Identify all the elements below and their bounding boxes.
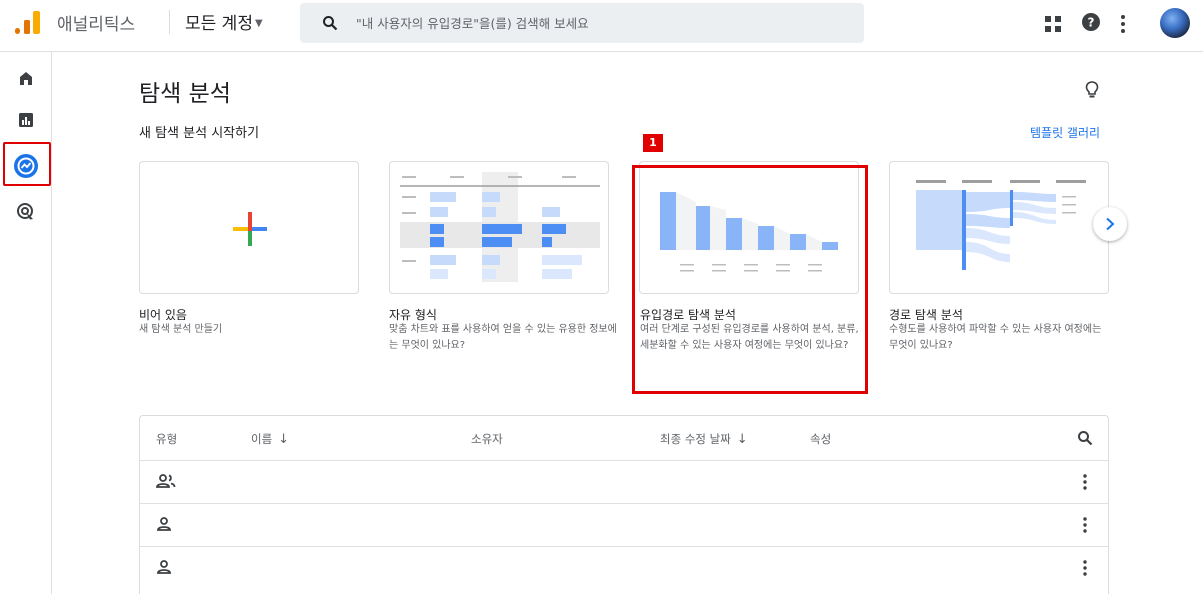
search-placeholder: "내 사용자의 유입경로"을(를) 검색해 보세요 — [356, 16, 589, 31]
free-form-thumbnail — [400, 172, 600, 282]
column-header-owner[interactable]: 소유자 — [471, 431, 503, 447]
reports-icon[interactable] — [16, 110, 36, 130]
new-exploration-heading: 새 탐색 분석 시작하기 — [139, 126, 260, 141]
page-title: 탐색 분석 — [139, 81, 231, 107]
table-row[interactable] — [140, 546, 1108, 589]
template-gallery-link[interactable]: 템플릿 갤러리 — [1030, 124, 1100, 141]
plus-icon — [233, 212, 267, 246]
card-title-blank: 비어 있음 — [139, 308, 187, 322]
header-divider — [169, 10, 170, 34]
home-icon[interactable] — [16, 68, 36, 88]
left-nav-rail — [0, 52, 52, 594]
column-owner-label: 소유자 — [471, 432, 503, 446]
table-row[interactable] — [140, 460, 1108, 503]
card-desc-path: 수형도를 사용하여 파악할 수 있는 사용자 여정에는 무엇이 있나요? — [889, 324, 1102, 351]
column-type-label: 유형 — [156, 432, 178, 446]
chevron-right-icon — [1106, 217, 1115, 231]
sort-arrow-down-icon: ↓ — [278, 431, 290, 447]
explorations-table: 유형 이름 ↓ 소유자 최종 수정 날짜 ↓ 속성 — [139, 415, 1109, 594]
column-header-type[interactable]: 유형 — [156, 431, 177, 447]
analytics-logo-icon[interactable] — [14, 10, 42, 36]
user-icon — [157, 560, 171, 574]
column-property-label: 속성 — [810, 432, 832, 446]
apps-grid-icon[interactable] — [1044, 15, 1062, 33]
account-selector[interactable]: 모든 계정 ▼ — [185, 9, 263, 34]
shared-users-icon — [156, 474, 176, 488]
column-header-name[interactable]: 이름 ↓ — [251, 431, 289, 447]
path-thumbnail — [916, 180, 1086, 270]
row-more-vert-icon[interactable] — [1082, 517, 1088, 533]
account-label: 모든 계정 — [185, 14, 253, 34]
search-bar[interactable]: "내 사용자의 유입경로"을(를) 검색해 보세요 — [300, 3, 864, 43]
lightbulb-icon[interactable] — [1084, 80, 1100, 100]
sort-arrow-down-icon: ↓ — [736, 431, 748, 447]
svg-text:?: ? — [1088, 16, 1095, 30]
card-title-free-form: 자유 형식 — [389, 308, 437, 322]
search-icon — [323, 16, 338, 31]
column-header-modified[interactable]: 최종 수정 날짜 ↓ — [660, 431, 748, 447]
column-header-property[interactable]: 속성 — [810, 431, 831, 447]
funnel-card-highlight — [632, 165, 868, 394]
table-row[interactable] — [140, 503, 1108, 546]
blank-template-card[interactable] — [139, 161, 359, 294]
user-avatar[interactable] — [1160, 8, 1190, 38]
path-template-card[interactable] — [889, 161, 1109, 294]
more-vert-icon[interactable] — [1120, 14, 1126, 34]
app-name: 애널리틱스 — [57, 15, 136, 35]
card-desc-free-form: 맞춤 차트와 표를 사용하여 얻을 수 있는 유용한 정보에는 무엇이 있나요? — [389, 324, 617, 351]
column-name-label: 이름 — [251, 432, 273, 446]
annotation-badge: 1 — [643, 134, 663, 152]
row-more-vert-icon[interactable] — [1082, 474, 1088, 490]
row-more-vert-icon[interactable] — [1082, 560, 1088, 576]
top-app-bar: 애널리틱스 모든 계정 ▼ "내 사용자의 유입경로"을(를) 검색해 보세요 … — [0, 0, 1203, 52]
advertising-icon[interactable] — [16, 202, 36, 222]
column-modified-label: 최종 수정 날짜 — [660, 432, 731, 446]
help-icon[interactable]: ? — [1081, 12, 1101, 32]
explore-icon[interactable] — [13, 153, 39, 179]
card-desc-blank: 새 탐색 분석 만들기 — [139, 324, 223, 335]
table-search-icon[interactable] — [1077, 430, 1093, 446]
card-title-path: 경로 탐색 분석 — [889, 308, 963, 322]
user-icon — [157, 517, 171, 531]
carousel-next-button[interactable] — [1093, 207, 1127, 241]
free-form-template-card[interactable] — [389, 161, 609, 294]
caret-down-icon: ▼ — [254, 17, 263, 29]
